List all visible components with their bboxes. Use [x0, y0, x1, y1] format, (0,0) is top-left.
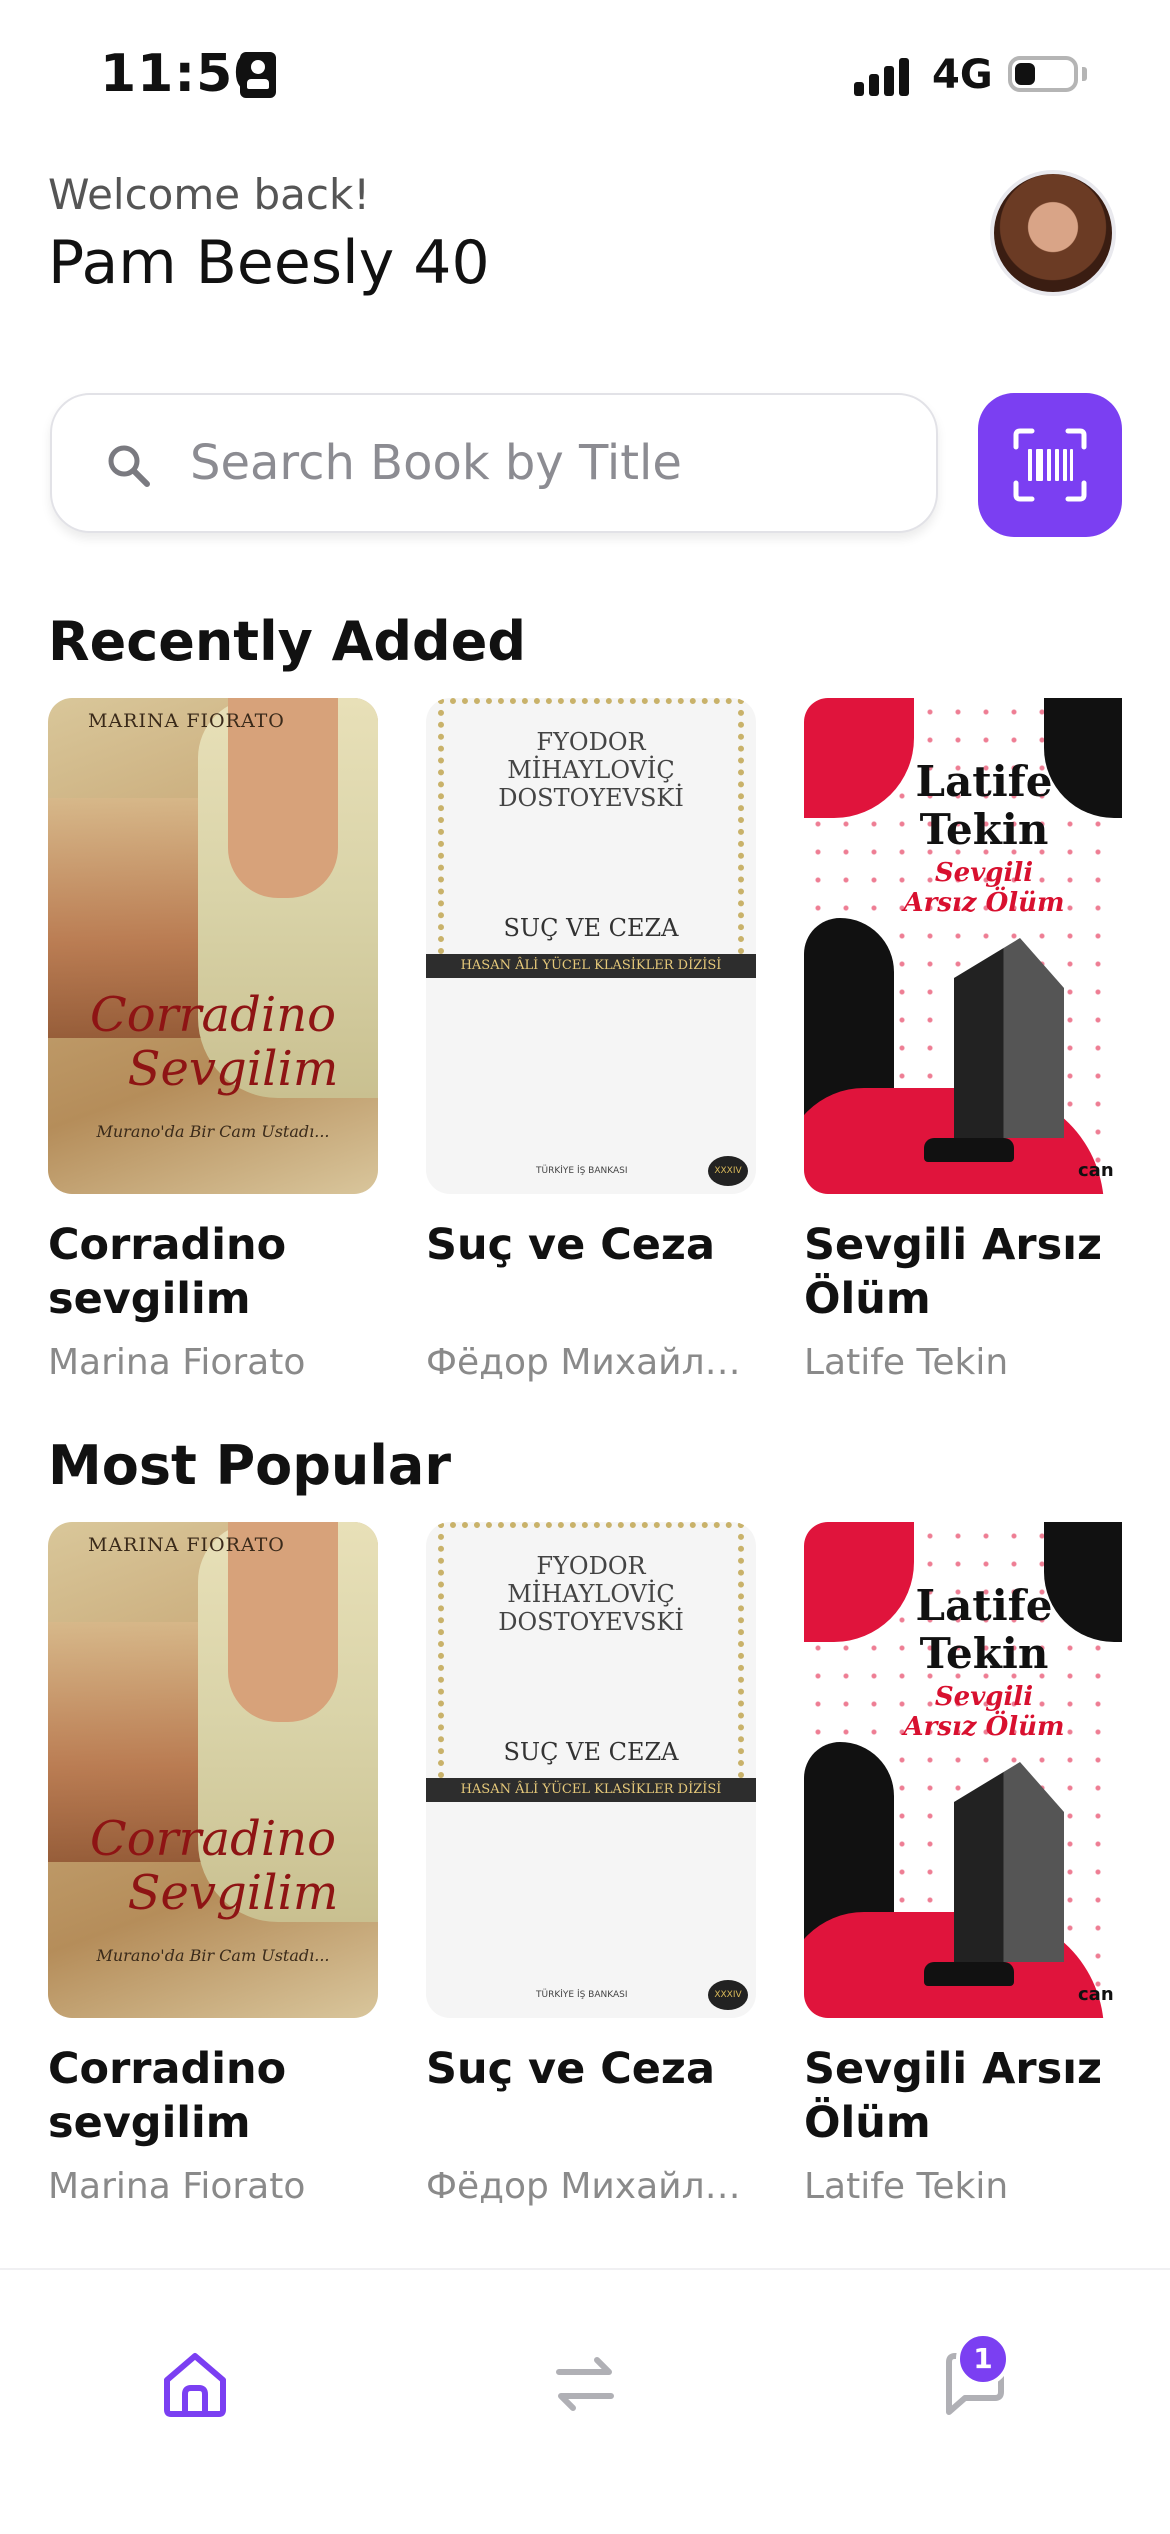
cover-author-line: DOSTOYEVSKİ — [498, 784, 684, 812]
home-icon — [164, 2353, 226, 2417]
book-cover: MARINA FIORATO Corradino Sevgilim Murano… — [48, 698, 378, 1194]
cover-publisher: TÜRKİYE İŞ BANKASI — [536, 1166, 628, 1176]
cover-title-line: Corradino — [89, 987, 337, 1043]
cover-author-line: MİHAYLOVİÇ — [507, 1580, 675, 1608]
cover-title-line: Sevgilim — [127, 1041, 339, 1097]
book-title: Corradino sevgilim — [48, 2044, 287, 2148]
username: Pam Beesly 40 — [48, 228, 490, 298]
network-type: 4G — [932, 52, 993, 98]
battery-cap — [1082, 67, 1087, 81]
book-title: Corradino sevgilim — [48, 1220, 287, 1324]
cover-subtitle: Murano'da Bir Cam Ustadı... — [96, 1946, 330, 1965]
battery-icon — [1008, 56, 1078, 92]
cover-title-line: Sevgili — [934, 858, 1034, 888]
book-author: Latife Tekin — [804, 1342, 1009, 1383]
cellular-signal-icon — [854, 56, 914, 96]
cover-publisher: TÜRKİYE İŞ BANKASI — [536, 1990, 628, 2000]
bottom-nav: 1 — [0, 2268, 1170, 2534]
book-author: Marina Fiorato — [48, 1342, 306, 1383]
cover-author-line: DOSTOYEVSKİ — [498, 1608, 684, 1636]
book-cover: Latife Tekin Sevgili Arsız Ölüm can — [804, 1522, 1122, 2018]
cover-title-line: Sevgilim — [127, 1865, 339, 1921]
welcome-text: Welcome back! — [48, 170, 371, 219]
section-title-recently-added: Recently Added — [48, 610, 526, 673]
book-author: Latife Tekin — [804, 2166, 1009, 2207]
book-cover: MARINA FIORATO Corradino Sevgilim Murano… — [48, 1522, 378, 2018]
book-cover: FYODOR MİHAYLOVİÇ DOSTOYEVSKİ SUÇ VE CEZ… — [426, 1522, 756, 2018]
cover-author-line: Tekin — [919, 1629, 1049, 1678]
cover-author-line: MİHAYLOVİÇ — [507, 756, 675, 784]
cover-title-line: Arsız Ölüm — [903, 1712, 1065, 1742]
cover-series: HASAN ÂLİ YÜCEL KLASİKLER DİZİSİ — [426, 954, 756, 978]
book-title: Sevgili Arsız Ölüm — [804, 1220, 1102, 1324]
cover-series: HASAN ÂLİ YÜCEL KLASİKLER DİZİSİ — [426, 1778, 756, 1802]
avatar[interactable] — [990, 170, 1116, 296]
book-author: Marina Fiorato — [48, 2166, 306, 2207]
nav-exchange[interactable] — [535, 2334, 635, 2434]
barcode-scan-button[interactable] — [978, 393, 1122, 537]
cover-author: MARINA FIORATO — [88, 710, 285, 732]
cover-subtitle: Murano'da Bir Cam Ustadı... — [96, 1122, 330, 1141]
cover-author-line: FYODOR — [536, 728, 646, 756]
cover-author-line: Tekin — [919, 805, 1049, 854]
swap-icon — [556, 2357, 614, 2411]
search-input[interactable] — [190, 431, 890, 495]
book-author: Фёдор Михайлович Достоевский — [426, 2166, 756, 2207]
cover-volume: XXXIV — [708, 1156, 748, 1186]
cover-title-line: Corradino — [89, 1811, 337, 1867]
book-cover: FYODOR MİHAYLOVİÇ DOSTOYEVSKİ SUÇ VE CEZ… — [426, 698, 756, 1194]
cover-publisher: can — [1078, 1160, 1114, 1181]
book-title: Suç ve Ceza — [426, 2044, 715, 2094]
search-icon — [108, 445, 150, 487]
barcode-scan-icon — [1013, 428, 1087, 502]
book-title: Sevgili Arsız Ölüm — [804, 2044, 1102, 2148]
cover-title: SUÇ VE CEZA — [503, 914, 679, 942]
cover-volume: XXXIV — [708, 1980, 748, 2010]
book-cover: Latife Tekin Sevgili Arsız Ölüm can — [804, 698, 1122, 1194]
cover-title: SUÇ VE CEZA — [503, 1738, 679, 1766]
cover-author: MARINA FIORATO — [88, 1534, 285, 1556]
book-author: Фёдор Михайлович Достоевский — [426, 1342, 756, 1383]
status-bar: 11:50 4G — [0, 0, 1170, 150]
cover-author-line: Latife — [915, 757, 1053, 806]
cover-title-line: Arsız Ölüm — [903, 888, 1065, 918]
messages-badge: 1 — [956, 2332, 1010, 2386]
section-title-most-popular: Most Popular — [48, 1434, 451, 1497]
search-bar[interactable] — [50, 393, 938, 533]
cover-title-line: Sevgili — [934, 1682, 1034, 1712]
cover-author-line: Latife — [915, 1581, 1053, 1630]
cover-publisher: can — [1078, 1984, 1114, 2005]
contact-card-icon — [240, 52, 276, 98]
cover-author-line: FYODOR — [536, 1552, 646, 1580]
book-title: Suç ve Ceza — [426, 1220, 715, 1270]
nav-home[interactable] — [145, 2334, 245, 2434]
